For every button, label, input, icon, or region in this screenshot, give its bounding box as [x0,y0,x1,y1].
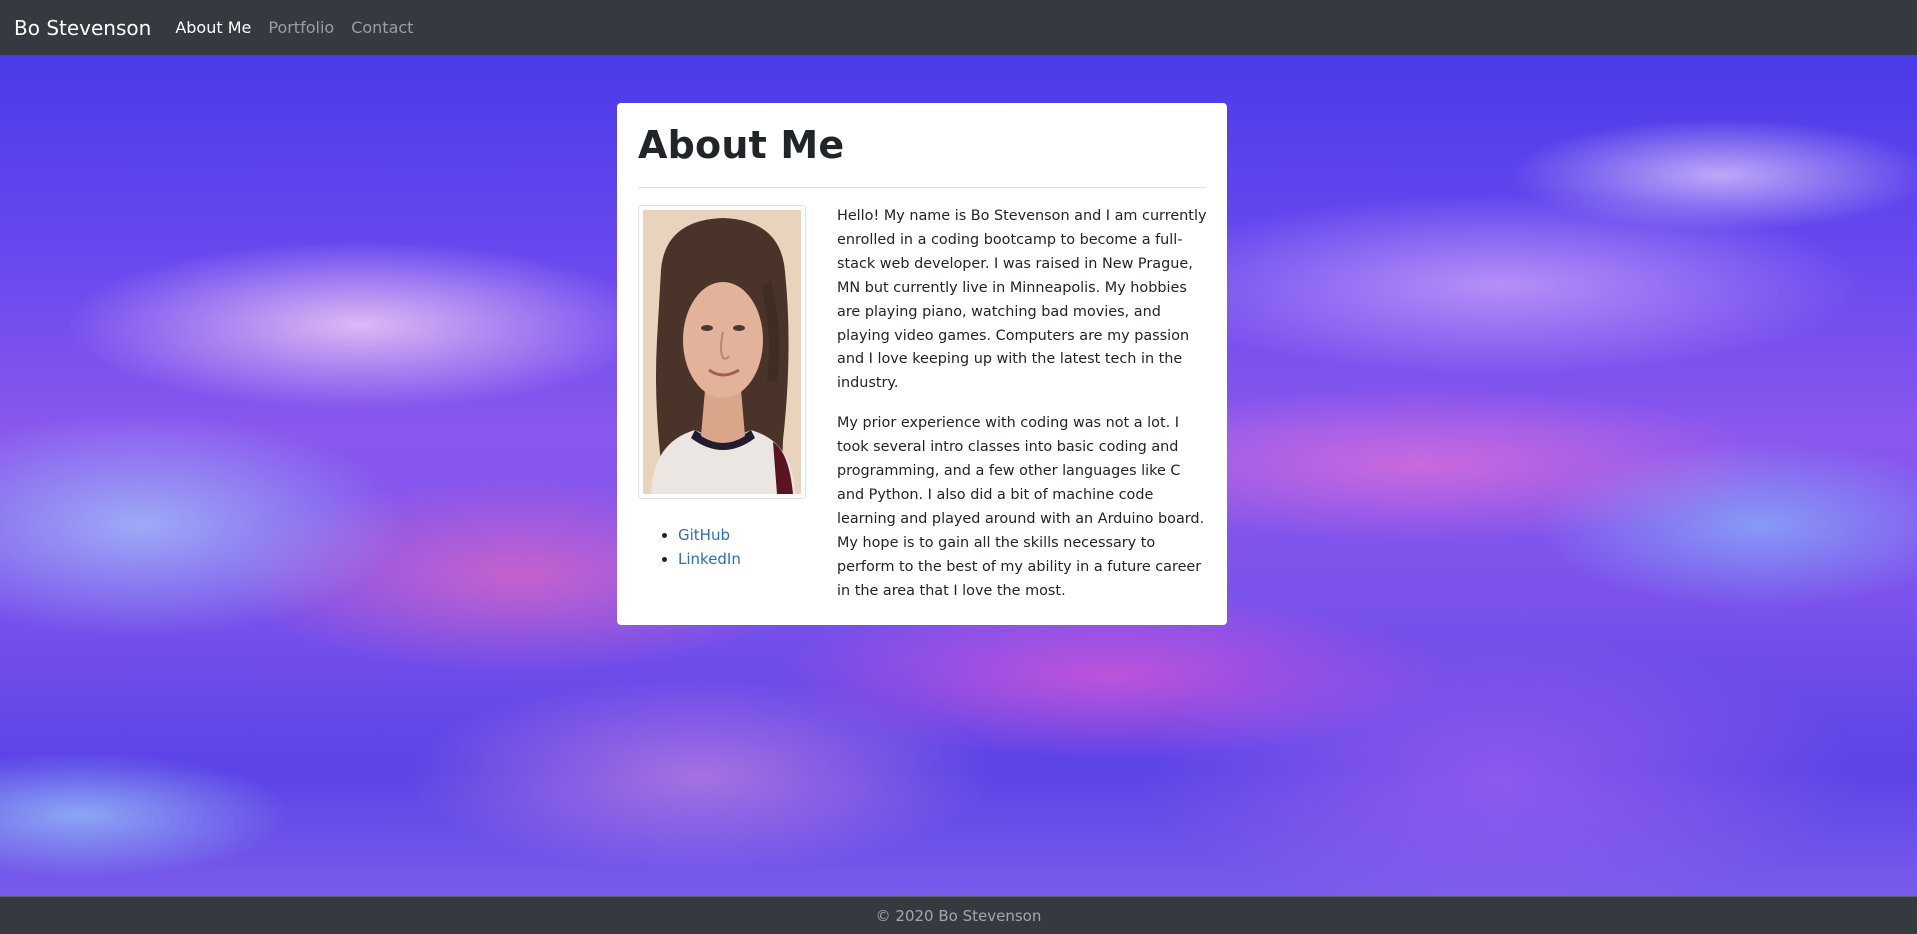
nav-link-contact[interactable]: Contact [351,18,413,37]
social-links: GitHub LinkedIn [638,523,741,571]
nav-links: About Me Portfolio Contact [175,18,430,37]
title-divider [638,187,1206,188]
page: Bo Stevenson About Me Portfolio Contact … [0,0,1917,934]
nav-link-about-me[interactable]: About Me [175,18,251,37]
linkedin-link[interactable]: LinkedIn [678,550,741,568]
navbar: Bo Stevenson About Me Portfolio Contact [0,0,1917,55]
footer: © 2020 Bo Stevenson [0,896,1917,934]
nav-link-portfolio[interactable]: Portfolio [268,18,334,37]
copyright-text: © 2020 Bo Stevenson [875,906,1042,925]
list-item: LinkedIn [678,547,741,571]
profile-photo [638,205,806,499]
brand-link[interactable]: Bo Stevenson [14,16,151,40]
bio-paragraph: Hello! My name is Bo Stevenson and I am … [837,208,1207,392]
portrait-image [643,210,801,494]
github-link[interactable]: GitHub [678,526,730,544]
list-item: GitHub [678,523,741,547]
bio: Hello! My name is Bo Stevenson and I am … [837,205,1209,620]
bio-paragraph: My prior experience with coding was not … [837,415,1205,599]
about-card: About Me • GitHub • LinkedIn Hello! My n… [617,103,1227,625]
page-title: About Me [638,123,845,167]
